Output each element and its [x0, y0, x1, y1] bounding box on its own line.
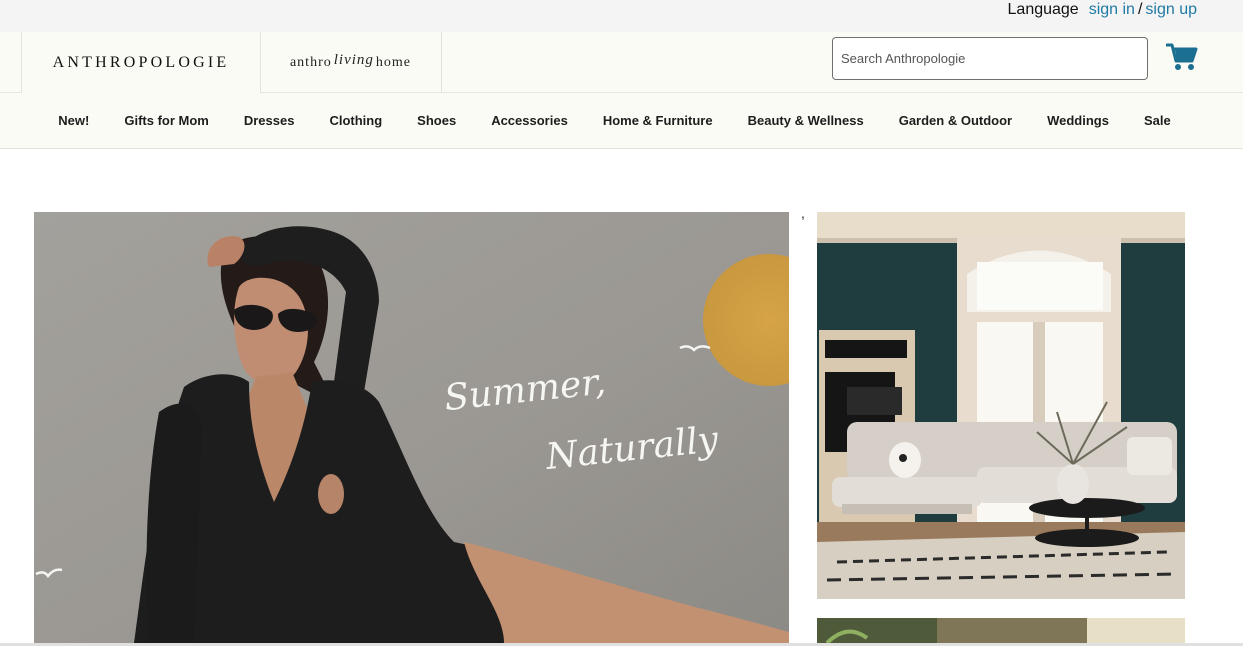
brand-tab-anthro-living[interactable]: anthro living home: [260, 32, 442, 93]
account-links: Language sign in / sign up: [1008, 0, 1197, 20]
anthro-living-logo-left: anthro: [289, 54, 332, 70]
vase-graphic: [1057, 464, 1089, 504]
brand-header: ANTHROPOLOGIE anthro living home: [0, 32, 1243, 93]
hero-tile-garden[interactable]: [817, 618, 1185, 643]
hero-tile-living-room[interactable]: [817, 212, 1185, 599]
nav-item-accessories[interactable]: Accessories: [491, 113, 568, 128]
sign-in-link[interactable]: sign in: [1089, 1, 1135, 19]
nav-item-new[interactable]: New!: [58, 113, 89, 128]
nav-item-beauty-wellness[interactable]: Beauty & Wellness: [748, 113, 864, 128]
nav-item-gifts-for-mom[interactable]: Gifts for Mom: [124, 113, 209, 128]
anthropologie-logo: ANTHROPOLOGIE: [52, 53, 230, 71]
sofa-graphic: [832, 422, 1177, 514]
brand-tab-anthropologie[interactable]: ANTHROPOLOGIE: [21, 32, 261, 93]
anthro-living-logo-right: home: [375, 54, 412, 70]
category-nav: New! Gifts for Mom Dresses Clothing Shoe…: [0, 93, 1243, 149]
anthro-living-logo-script: living: [333, 52, 374, 68]
nav-item-sale[interactable]: Sale: [1144, 113, 1171, 128]
language-selector[interactable]: Language: [1008, 1, 1079, 19]
nav-item-dresses[interactable]: Dresses: [244, 113, 295, 128]
utility-bar: Language sign in / sign up: [0, 0, 1243, 32]
anthro-living-logo: anthro living home: [289, 52, 412, 71]
stray-mark: ,: [801, 205, 805, 221]
search-input[interactable]: [832, 37, 1148, 80]
sign-up-link[interactable]: sign up: [1145, 1, 1197, 19]
nav-item-garden-outdoor[interactable]: Garden & Outdoor: [899, 113, 1012, 128]
nav-item-clothing[interactable]: Clothing: [329, 113, 382, 128]
cart-icon[interactable]: [1166, 42, 1198, 72]
nav-item-home-furniture[interactable]: Home & Furniture: [603, 113, 713, 128]
hero-banner-summer[interactable]: Summer, Naturally: [34, 212, 789, 643]
nav-item-shoes[interactable]: Shoes: [417, 113, 456, 128]
nav-item-weddings[interactable]: Weddings: [1047, 113, 1109, 128]
account-separator: /: [1137, 1, 1143, 18]
